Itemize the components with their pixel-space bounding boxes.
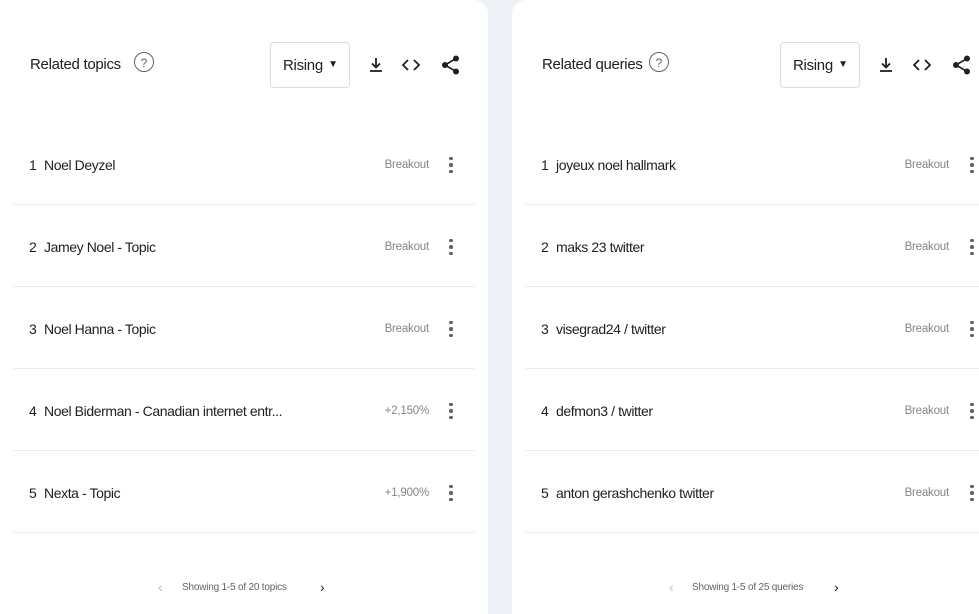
row-index: 5 — [29, 485, 37, 501]
row-value: Breakout — [904, 323, 950, 335]
row-label[interactable]: visegrad24 / twitter — [556, 321, 666, 337]
related-queries-list: 1 joyeux noel hallmark Breakout 2 maks 2… — [526, 123, 979, 533]
dropdown-selected-value: Rising — [283, 57, 323, 74]
chevron-right-icon[interactable]: › — [834, 579, 839, 595]
related-queries-title: Related queries — [542, 56, 643, 73]
more-vertical-icon[interactable] — [965, 233, 979, 261]
embed-code-icon[interactable] — [398, 52, 424, 78]
row-label[interactable]: Noel Hanna - Topic — [44, 321, 156, 337]
row-value: +1,900% — [384, 487, 430, 499]
row-value: Breakout — [384, 323, 430, 335]
row-label[interactable]: joyeux noel hallmark — [556, 157, 676, 173]
row-index: 1 — [29, 157, 37, 173]
rising-dropdown[interactable]: Rising ▼ — [780, 42, 860, 88]
row-value: Breakout — [904, 487, 950, 499]
chevron-left-icon[interactable]: ‹ — [158, 579, 163, 595]
row-label[interactable]: Noel Deyzel — [44, 157, 115, 173]
download-icon[interactable] — [363, 52, 389, 78]
list-item[interactable]: 1 Noel Deyzel Breakout — [14, 123, 474, 205]
share-icon[interactable] — [949, 52, 975, 78]
rising-dropdown[interactable]: Rising ▼ — [270, 42, 350, 88]
row-index: 4 — [541, 403, 549, 419]
related-topics-header: Related topics ? Rising ▼ — [0, 42, 488, 90]
pagination: ‹ Showing 1-5 of 20 topics › — [0, 578, 488, 598]
row-value: Breakout — [904, 159, 950, 171]
row-index: 5 — [541, 485, 549, 501]
dropdown-arrow-icon: ▼ — [328, 59, 338, 70]
row-index: 2 — [541, 239, 549, 255]
row-index: 4 — [29, 403, 37, 419]
chevron-right-icon[interactable]: › — [320, 579, 325, 595]
row-index: 2 — [29, 239, 37, 255]
pagination: ‹ Showing 1-5 of 25 queries › — [512, 578, 979, 598]
list-item[interactable]: 5 anton gerashchenko twitter Breakout — [526, 451, 979, 533]
more-vertical-icon[interactable] — [444, 233, 458, 261]
related-topics-title: Related topics — [30, 56, 121, 73]
list-item[interactable]: 3 Noel Hanna - Topic Breakout — [14, 287, 474, 369]
help-circle-icon[interactable]: ? — [649, 52, 669, 72]
row-value: +2,150% — [384, 405, 430, 417]
row-label[interactable]: defmon3 / twitter — [556, 403, 653, 419]
row-value: Breakout — [384, 241, 430, 253]
more-vertical-icon[interactable] — [444, 479, 458, 507]
row-label[interactable]: Jamey Noel - Topic — [44, 239, 156, 255]
row-index: 1 — [541, 157, 549, 173]
more-vertical-icon[interactable] — [444, 315, 458, 343]
list-item[interactable]: 3 visegrad24 / twitter Breakout — [526, 287, 979, 369]
row-value: Breakout — [904, 405, 950, 417]
row-label[interactable]: anton gerashchenko twitter — [556, 485, 714, 501]
row-index: 3 — [541, 321, 549, 337]
pagination-text: Showing 1-5 of 20 topics — [182, 582, 287, 593]
row-value: Breakout — [904, 241, 950, 253]
row-label[interactable]: Nexta - Topic — [44, 485, 121, 501]
download-icon[interactable] — [873, 52, 899, 78]
more-vertical-icon[interactable] — [965, 479, 979, 507]
related-topics-panel: Related topics ? Rising ▼ 1 Noel Deyzel … — [0, 0, 488, 614]
more-vertical-icon[interactable] — [965, 397, 979, 425]
more-vertical-icon[interactable] — [444, 397, 458, 425]
embed-code-icon[interactable] — [909, 52, 935, 78]
share-icon[interactable] — [438, 52, 464, 78]
row-value: Breakout — [384, 159, 430, 171]
pagination-text: Showing 1-5 of 25 queries — [692, 582, 804, 593]
dropdown-selected-value: Rising — [793, 57, 833, 74]
row-index: 3 — [29, 321, 37, 337]
more-vertical-icon[interactable] — [965, 315, 979, 343]
related-queries-header: Related queries ? Rising ▼ — [512, 42, 979, 90]
help-circle-icon[interactable]: ? — [134, 52, 154, 72]
related-queries-panel: Related queries ? Rising ▼ 1 joyeux noel… — [512, 0, 979, 614]
related-topics-list: 1 Noel Deyzel Breakout 2 Jamey Noel - To… — [14, 123, 474, 533]
list-item[interactable]: 2 maks 23 twitter Breakout — [526, 205, 979, 287]
list-item[interactable]: 4 Noel Biderman - Canadian internet entr… — [14, 369, 474, 451]
list-item[interactable]: 4 defmon3 / twitter Breakout — [526, 369, 979, 451]
list-item[interactable]: 2 Jamey Noel - Topic Breakout — [14, 205, 474, 287]
row-label[interactable]: maks 23 twitter — [556, 239, 645, 255]
list-item[interactable]: 1 joyeux noel hallmark Breakout — [526, 123, 979, 205]
chevron-left-icon[interactable]: ‹ — [669, 579, 674, 595]
more-vertical-icon[interactable] — [965, 151, 979, 179]
more-vertical-icon[interactable] — [444, 151, 458, 179]
dropdown-arrow-icon: ▼ — [838, 59, 848, 70]
row-label[interactable]: Noel Biderman - Canadian internet entr..… — [44, 403, 282, 419]
list-item[interactable]: 5 Nexta - Topic +1,900% — [14, 451, 474, 533]
